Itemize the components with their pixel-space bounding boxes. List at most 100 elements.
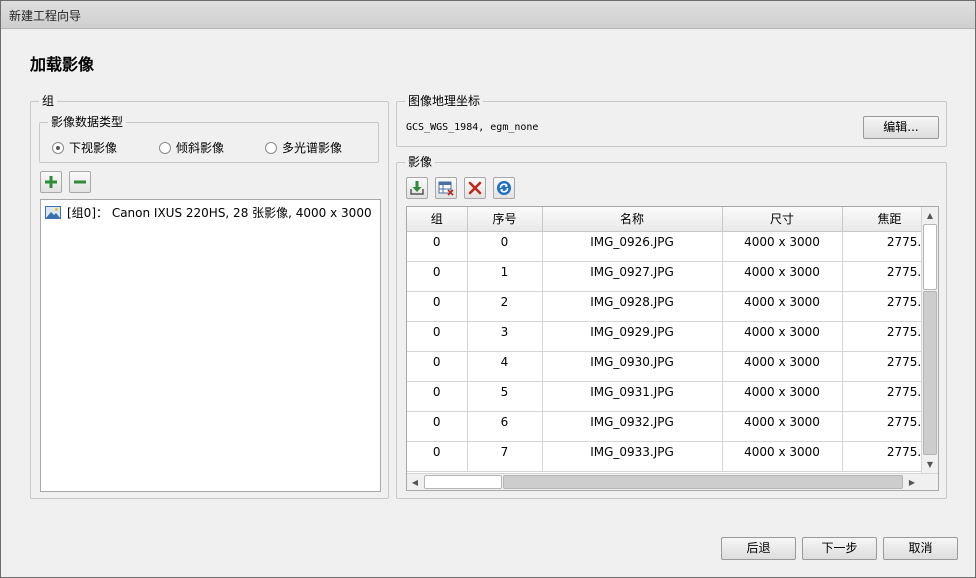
radio-multispectral-dot[interactable] xyxy=(265,141,277,154)
image-icon xyxy=(45,206,61,219)
table-cell: 4 xyxy=(467,351,543,382)
table-row[interactable]: 0 1 IMG_0927.JPG 4000 x 3000 2775.27 xyxy=(407,261,938,292)
table-cell: IMG_0931.JPG xyxy=(542,381,723,412)
images-panel: 影像 组 序号 名称 尺寸 焦距 0 0 IMG_0926.JPG 4000 x… xyxy=(396,155,947,499)
table-cell: 1 xyxy=(467,261,543,292)
table-cell: 4000 x 3000 xyxy=(722,261,843,292)
table-cell: 4000 x 3000 xyxy=(722,351,843,382)
refresh-icon xyxy=(497,181,511,195)
image-table[interactable]: 组 序号 名称 尺寸 焦距 0 0 IMG_0926.JPG 4000 x 3000 2… xyxy=(406,206,939,491)
table-cell: 0 xyxy=(407,231,468,262)
table-cell: 0 xyxy=(467,231,543,262)
add-group-button[interactable] xyxy=(40,171,62,193)
back-button[interactable]: 后退 xyxy=(721,537,796,560)
vertical-scroll-thumb[interactable] xyxy=(923,224,937,290)
table-cell: 2 xyxy=(467,291,543,322)
table-cell: 0 xyxy=(407,291,468,322)
table-cell: 6 xyxy=(467,411,543,442)
group-panel: 组 影像数据类型 下视影像 倾斜影像 多光谱影像 [组0]： Canon IXU… xyxy=(30,94,389,499)
table-cell: IMG_0929.JPG xyxy=(542,321,723,352)
table-cell: IMG_0933.JPG xyxy=(542,441,723,472)
table-header-row: 组 序号 名称 尺寸 焦距 xyxy=(407,207,938,232)
table-cell: IMG_0928.JPG xyxy=(542,291,723,322)
table-cell: 0 xyxy=(407,261,468,292)
scroll-down-arrow[interactable]: ▼ xyxy=(922,456,938,472)
radio-nadir-dot[interactable] xyxy=(52,141,64,154)
column-header-size[interactable]: 尺寸 xyxy=(722,207,843,232)
table-cell: 0 xyxy=(407,321,468,352)
title-bar[interactable]: 新建工程向导 xyxy=(1,1,975,29)
download-icon xyxy=(410,181,424,195)
vertical-scrollbar[interactable]: ▲ ▼ xyxy=(921,207,938,473)
table-edit-icon xyxy=(438,181,454,196)
next-button[interactable]: 下一步 xyxy=(802,537,877,560)
table-cell: IMG_0930.JPG xyxy=(542,351,723,382)
table-cell: IMG_0932.JPG xyxy=(542,411,723,442)
radio-nadir-label: 下视影像 xyxy=(69,141,118,155)
remove-group-button[interactable] xyxy=(69,171,91,193)
scroll-left-arrow[interactable]: ◀ xyxy=(407,474,423,490)
delete-image-button[interactable] xyxy=(464,177,486,199)
table-cell: 4000 x 3000 xyxy=(722,231,843,262)
geo-panel: 图像地理坐标 GCS_WGS_1984, egm_none 编辑... xyxy=(396,94,947,147)
table-row[interactable]: 0 6 IMG_0932.JPG 4000 x 3000 2775.27 xyxy=(407,411,938,442)
table-cell: 4000 x 3000 xyxy=(722,291,843,322)
table-row[interactable]: 0 3 IMG_0929.JPG 4000 x 3000 2775.27 xyxy=(407,321,938,352)
table-cell: IMG_0927.JPG xyxy=(542,261,723,292)
cancel-button[interactable]: 取消 xyxy=(883,537,958,560)
table-cell: 4000 x 3000 xyxy=(722,441,843,472)
table-body: 0 0 IMG_0926.JPG 4000 x 3000 2775.27 0 1 IMG_09… xyxy=(407,231,938,472)
table-row[interactable]: 0 0 IMG_0926.JPG 4000 x 3000 2775.27 xyxy=(407,231,938,262)
group-panel-legend: 组 xyxy=(39,94,58,108)
scroll-right-arrow[interactable]: ▶ xyxy=(904,474,920,490)
radio-multispectral[interactable]: 多光谱影像 xyxy=(265,139,342,156)
table-cell: 4000 x 3000 xyxy=(722,321,843,352)
column-header-group[interactable]: 组 xyxy=(407,207,468,232)
minus-icon xyxy=(74,180,86,184)
wizard-window: 新建工程向导 加载影像 组 影像数据类型 下视影像 倾斜影像 多光谱影像 [组0… xyxy=(0,0,976,578)
window-title: 新建工程向导 xyxy=(9,9,82,23)
edit-table-button[interactable] xyxy=(435,177,457,199)
scroll-up-arrow[interactable]: ▲ xyxy=(922,207,938,223)
horizontal-scrollbar[interactable]: ◀ ▶ xyxy=(407,473,938,490)
image-table-grid: 组 序号 名称 尺寸 焦距 0 0 IMG_0926.JPG 4000 x 3000 2… xyxy=(407,207,938,472)
radio-multispectral-label: 多光谱影像 xyxy=(282,141,343,155)
page-title: 加载影像 xyxy=(30,55,95,74)
table-cell: 7 xyxy=(467,441,543,472)
geo-coordinate-value: GCS_WGS_1984, egm_none xyxy=(406,122,539,133)
table-row[interactable]: 0 4 IMG_0930.JPG 4000 x 3000 2775.27 xyxy=(407,351,938,382)
table-cell: 0 xyxy=(407,411,468,442)
edit-button[interactable]: 编辑... xyxy=(863,116,939,139)
group-list[interactable]: [组0]： Canon IXUS 220HS, 28 张影像, 4000 x 3… xyxy=(40,199,381,492)
radio-oblique[interactable]: 倾斜影像 xyxy=(159,139,224,156)
radio-oblique-dot[interactable] xyxy=(159,141,171,154)
table-cell: 3 xyxy=(467,321,543,352)
table-cell: 0 xyxy=(407,351,468,382)
column-header-name[interactable]: 名称 xyxy=(542,207,723,232)
plus-icon xyxy=(45,176,57,188)
table-cell: 5 xyxy=(467,381,543,412)
delete-icon xyxy=(468,181,482,195)
list-item[interactable]: [组0]： Canon IXUS 220HS, 28 张影像, 4000 x 3… xyxy=(45,204,372,221)
refresh-button[interactable] xyxy=(493,177,515,199)
group-item-label: [组0]： Canon IXUS 220HS, 28 张影像, 4000 x 3… xyxy=(67,206,372,220)
table-cell: 4000 x 3000 xyxy=(722,381,843,412)
geo-panel-legend: 图像地理坐标 xyxy=(405,94,484,108)
table-row[interactable]: 0 7 IMG_0933.JPG 4000 x 3000 2775.27 xyxy=(407,441,938,472)
table-cell: IMG_0926.JPG xyxy=(542,231,723,262)
data-type-box: 影像数据类型 下视影像 倾斜影像 多光谱影像 xyxy=(39,115,379,163)
data-type-legend: 影像数据类型 xyxy=(48,115,127,129)
images-panel-legend: 影像 xyxy=(405,155,436,169)
table-row[interactable]: 0 2 IMG_0928.JPG 4000 x 3000 2775.27 xyxy=(407,291,938,322)
table-cell: 4000 x 3000 xyxy=(722,411,843,442)
table-row[interactable]: 0 5 IMG_0931.JPG 4000 x 3000 2775.27 xyxy=(407,381,938,412)
import-images-button[interactable] xyxy=(406,177,428,199)
radio-nadir[interactable]: 下视影像 xyxy=(52,139,117,156)
table-cell: 0 xyxy=(407,381,468,412)
horizontal-scroll-track[interactable] xyxy=(503,475,903,489)
horizontal-scroll-thumb[interactable] xyxy=(424,475,502,489)
table-cell: 0 xyxy=(407,441,468,472)
vertical-scroll-track[interactable] xyxy=(923,291,937,455)
radio-oblique-label: 倾斜影像 xyxy=(176,141,225,155)
column-header-index[interactable]: 序号 xyxy=(467,207,543,232)
